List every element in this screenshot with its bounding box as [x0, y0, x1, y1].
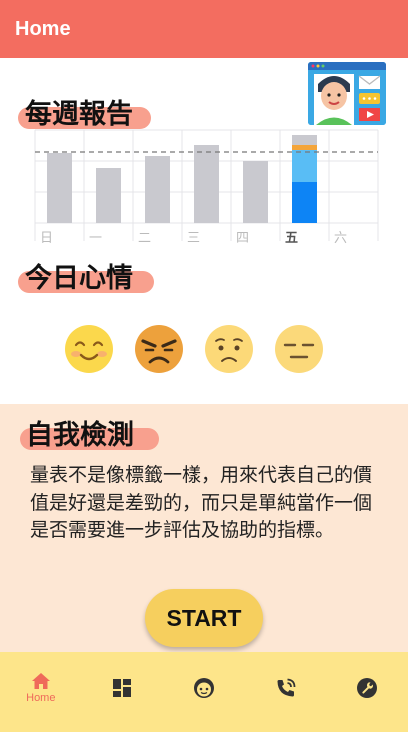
sad-face-icon[interactable] — [204, 324, 254, 374]
nav-item-home[interactable]: Home — [0, 652, 82, 732]
angry-face-icon[interactable] — [134, 324, 184, 374]
dashboard-icon — [113, 679, 132, 697]
weekly-report-title: 每週報告 — [25, 99, 133, 130]
chart-x-tick-label: 一 — [89, 231, 102, 246]
self-test-title: 自我檢測 — [26, 420, 134, 451]
nav-item-dashboard[interactable] — [82, 652, 164, 732]
chart-bar-segment — [292, 150, 317, 182]
chart-bar — [96, 168, 121, 223]
chart-bar-segment — [292, 145, 317, 150]
bottom-navigation: Home — [0, 652, 408, 732]
chart-x-tick-label: 六 — [334, 231, 347, 246]
chart-bar-segment — [292, 135, 317, 145]
chart-bar-segment — [292, 182, 317, 223]
start-test-button[interactable]: START — [145, 589, 263, 647]
chart-bar — [145, 156, 170, 223]
self-test-description: 量表不是像標籤一樣，用來代表自己的價值是好還是差勁的，而只是單純當作一個是否需要… — [30, 464, 373, 541]
nav-item-home-label: Home — [26, 692, 56, 704]
chart-bar — [243, 161, 268, 223]
happy-face-icon[interactable] — [64, 324, 114, 374]
chart-x-tick-label: 二 — [138, 231, 151, 246]
chart-bar — [194, 145, 219, 223]
today-mood-title: 今日心情 — [25, 263, 133, 294]
chart-x-tick-label: 三 — [187, 231, 200, 246]
neutral-face-icon[interactable] — [274, 324, 324, 374]
home-icon — [31, 673, 50, 689]
face-icon — [193, 678, 214, 698]
chart-x-tick-label: 四 — [236, 231, 249, 246]
nav-item-settings[interactable] — [326, 652, 408, 732]
chart-x-tick-label: 五 — [285, 231, 298, 246]
phone-call-icon — [277, 678, 295, 697]
settings-wrench-icon — [357, 678, 378, 698]
chart-x-tick-label: 日 — [40, 231, 53, 246]
nav-item-phone[interactable] — [245, 652, 327, 732]
nav-item-face[interactable] — [163, 652, 245, 732]
chart-bar — [47, 153, 72, 223]
